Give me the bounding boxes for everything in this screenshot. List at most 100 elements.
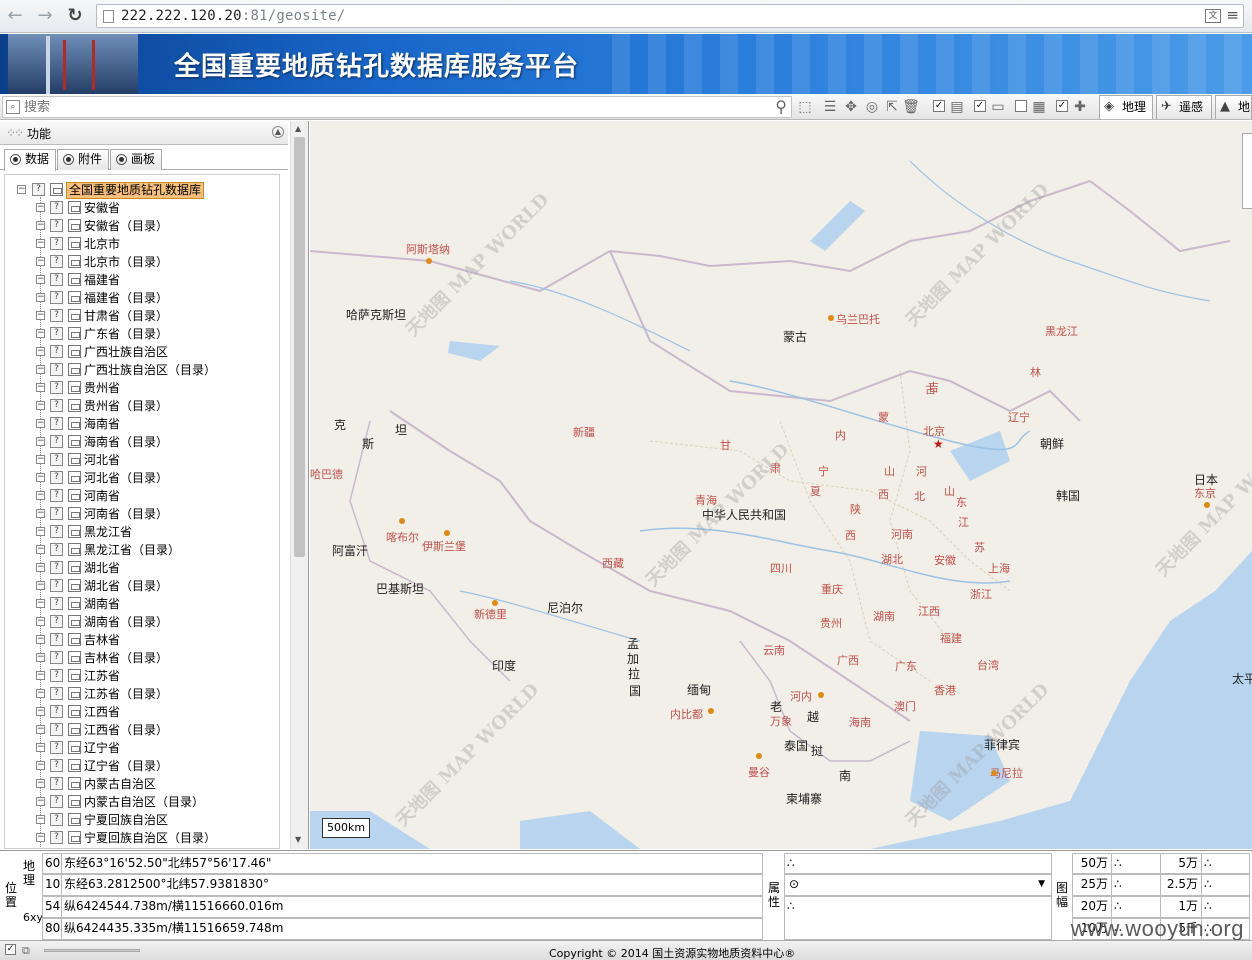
bottom-panel-icon[interactable]: ▭ bbox=[989, 98, 1007, 116]
reload-icon[interactable]: ↻ bbox=[64, 6, 86, 26]
tree-item-label[interactable]: 黑龙江省 bbox=[84, 523, 132, 541]
scale-option[interactable]: 5万 bbox=[1160, 853, 1202, 874]
tree-item[interactable]: −? 内蒙古自治区（目录） bbox=[5, 793, 275, 811]
collapse-toggle-icon[interactable]: − bbox=[36, 617, 45, 626]
collapse-toggle-icon[interactable]: − bbox=[36, 329, 45, 338]
collapse-toggle-icon[interactable]: − bbox=[36, 779, 45, 788]
collapse-toggle-icon[interactable]: − bbox=[36, 347, 45, 356]
menu-icon[interactable]: ≡ bbox=[1226, 6, 1239, 24]
tree-item-label[interactable]: 湖北省 bbox=[84, 559, 120, 577]
tree-item[interactable]: −? 吉林省 bbox=[5, 631, 275, 649]
tree-item-label[interactable]: 安徽省 bbox=[84, 199, 120, 217]
scale-option[interactable]: 2.5万 bbox=[1160, 874, 1202, 896]
collapse-toggle-icon[interactable]: − bbox=[36, 383, 45, 392]
tree-item-label[interactable]: 宁夏回族自治区（目录） bbox=[84, 829, 216, 847]
tree-item[interactable]: −? 贵州省 bbox=[5, 379, 275, 397]
collapse-toggle-icon[interactable]: − bbox=[36, 725, 45, 734]
tab-terrain[interactable]: ▲ 地 bbox=[1215, 95, 1252, 119]
collapse-toggle-icon[interactable]: − bbox=[36, 365, 45, 374]
scroll-thumb[interactable] bbox=[294, 137, 305, 557]
collapse-toggle-icon[interactable]: − bbox=[36, 599, 45, 608]
collapse-toggle-icon[interactable]: − bbox=[36, 311, 45, 320]
tree-item-label[interactable]: 河南省 bbox=[84, 487, 120, 505]
back-icon[interactable]: ← bbox=[4, 6, 26, 26]
collapse-toggle-icon[interactable]: − bbox=[36, 419, 45, 428]
plugin-icon[interactable]: ✚ bbox=[1071, 98, 1089, 116]
collapse-toggle-icon[interactable]: − bbox=[36, 563, 45, 572]
tree-item-label[interactable]: 贵州省 bbox=[84, 379, 120, 397]
status-slider[interactable] bbox=[44, 949, 140, 952]
tree-item-label[interactable]: 福建省（目录） bbox=[84, 289, 168, 307]
tree-item-label[interactable]: 河北省（目录） bbox=[84, 469, 168, 487]
search-input[interactable] bbox=[24, 99, 764, 115]
tree-item-label[interactable]: 安徽省（目录） bbox=[84, 217, 168, 235]
tree-item-label[interactable]: 江苏省（目录） bbox=[84, 685, 168, 703]
tree-item[interactable]: −? 河北省（目录） bbox=[5, 469, 275, 487]
tab-geography[interactable]: ◈ 地理 bbox=[1099, 95, 1153, 119]
tree-item[interactable]: −? 广东省（目录） bbox=[5, 325, 275, 343]
collapse-toggle-icon[interactable]: − bbox=[36, 527, 45, 536]
collapse-toggle-icon[interactable]: − bbox=[36, 455, 45, 464]
tree-item[interactable]: −? 辽宁省 bbox=[5, 739, 275, 757]
tree-item-label[interactable]: 海南省（目录） bbox=[84, 433, 168, 451]
panel-icon[interactable]: ▤ bbox=[948, 98, 966, 116]
tree-item-label[interactable]: 湖南省 bbox=[84, 595, 120, 613]
collapse-toggle-icon[interactable]: − bbox=[36, 707, 45, 716]
collapse-toggle-icon[interactable]: − bbox=[36, 653, 45, 662]
tree-item[interactable]: −? 贵州省（目录） bbox=[5, 397, 275, 415]
scale-option[interactable]: 20万 bbox=[1072, 896, 1112, 918]
grid-icon[interactable]: ▦ bbox=[1030, 98, 1048, 116]
collapse-toggle-icon[interactable]: − bbox=[36, 671, 45, 680]
tree-item[interactable]: −? 河南省 bbox=[5, 487, 275, 505]
tree-item[interactable]: −? 辽宁省（目录） bbox=[5, 757, 275, 775]
tree-item[interactable]: −? 江苏省 bbox=[5, 667, 275, 685]
tab-data[interactable]: 数据 bbox=[4, 149, 57, 171]
tree-item[interactable]: −? 黑龙江省（目录） bbox=[5, 541, 275, 559]
tree-item[interactable]: −? 安徽省（目录） bbox=[5, 217, 275, 235]
search-type-icon[interactable]: ⌕ bbox=[6, 100, 20, 114]
collapse-toggle-icon[interactable]: − bbox=[36, 203, 45, 212]
tree-item-label[interactable]: 吉林省（目录） bbox=[84, 649, 168, 667]
collapse-toggle-icon[interactable]: − bbox=[36, 743, 45, 752]
collapse-toggle-icon[interactable]: − bbox=[36, 635, 45, 644]
collapse-toggle-icon[interactable]: − bbox=[36, 473, 45, 482]
tree-item-label[interactable]: 吉林省 bbox=[84, 631, 120, 649]
tree-item[interactable]: −? 江苏省（目录） bbox=[5, 685, 275, 703]
tree-item-label[interactable]: 河南省（目录） bbox=[84, 505, 168, 523]
tree-item[interactable]: −? 河北省 bbox=[5, 451, 275, 469]
tree-item[interactable]: −? 海南省（目录） bbox=[5, 433, 275, 451]
search-icon[interactable]: ⚲ bbox=[775, 97, 787, 116]
map-view[interactable]: ★ 阿斯塔纳 哈萨克斯坦 蒙古 乌兰巴托 黑龙江吉林辽宁古蒙北京 朝鲜 韩国 日本 东京克斯坦新… bbox=[310, 121, 1252, 849]
tree-item[interactable]: −? 江西省（目录） bbox=[5, 721, 275, 739]
tree-item-label[interactable]: 江西省 bbox=[84, 703, 120, 721]
collapse-icon[interactable]: ▲ bbox=[272, 126, 284, 138]
tree-item-label[interactable]: 福建省 bbox=[84, 271, 120, 289]
collapse-toggle-icon[interactable]: − bbox=[36, 293, 45, 302]
tree-root[interactable]: −? 全国重要地质钻孔数据库 bbox=[5, 181, 275, 199]
tree-item-label[interactable]: 贵州省（目录） bbox=[84, 397, 168, 415]
select-icon[interactable]: ⬚ bbox=[796, 98, 814, 116]
tree-item-label[interactable]: 广西壮族自治区（目录） bbox=[84, 361, 216, 379]
status-checkbox[interactable]: ✓ bbox=[5, 944, 16, 955]
tree-item[interactable]: −? 宁夏回族自治区 bbox=[5, 811, 275, 829]
scale-option[interactable]: 50万 bbox=[1072, 853, 1112, 874]
tree-item-label[interactable]: 海南省 bbox=[84, 415, 120, 433]
tab-canvas[interactable]: 画板 bbox=[110, 149, 163, 170]
address-bar[interactable]: 222.222.120.20:81/geosite/ 文 ≡ bbox=[96, 4, 1244, 28]
collapse-toggle-icon[interactable]: − bbox=[36, 401, 45, 410]
scale-option[interactable]: 1万 bbox=[1160, 896, 1202, 918]
tree-item-label[interactable]: 甘肃省（目录） bbox=[84, 307, 168, 325]
collapse-toggle-icon[interactable]: − bbox=[36, 239, 45, 248]
tree-item-label[interactable]: 内蒙古自治区 bbox=[84, 775, 156, 793]
layer-checkbox-4[interactable]: ✓ bbox=[1056, 100, 1068, 112]
tab-remote-sensing[interactable]: ✈ 遥感 bbox=[1156, 95, 1212, 119]
collapse-toggle-icon[interactable]: − bbox=[36, 437, 45, 446]
tree-item-label[interactable]: 湖北省（目录） bbox=[84, 577, 168, 595]
tree-item[interactable]: −? 广西壮族自治区（目录） bbox=[5, 361, 275, 379]
pan-icon[interactable]: ✥ bbox=[842, 98, 860, 116]
tree-item[interactable]: −? 安徽省 bbox=[5, 199, 275, 217]
tree-item-label[interactable]: 广西壮族自治区 bbox=[84, 343, 168, 361]
attribute-select[interactable]: ⊙ ▼ bbox=[784, 874, 1052, 896]
tree-item-label[interactable]: 湖南省（目录） bbox=[84, 613, 168, 631]
collapse-toggle-icon[interactable]: − bbox=[36, 761, 45, 770]
